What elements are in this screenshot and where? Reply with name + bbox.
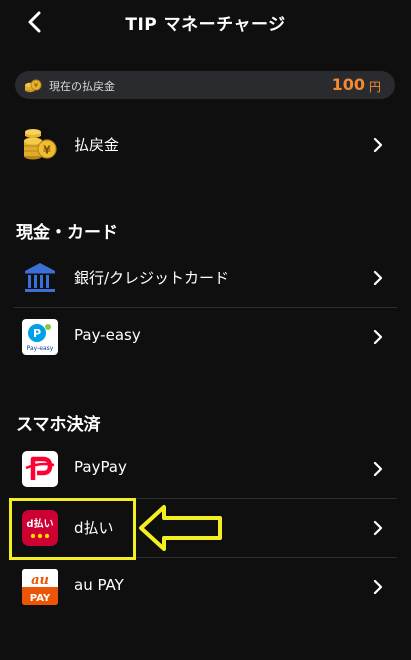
au-pay-logo: au PAY [22,569,58,605]
au-pay-icon: au PAY [22,569,58,605]
au-pay-logo-top: au [31,573,49,588]
pay-easy-icon: P Pay-easy [27,324,54,352]
bank-credit-card-label: 銀行/クレジットカード [74,269,230,287]
chevron-right-icon [373,329,383,345]
header-bar: TIP マネーチャージ [0,0,411,44]
chevron-right-icon [373,520,383,536]
pay-easy-label: Pay-easy [74,326,141,344]
paypay-option[interactable]: PayPay [0,440,411,498]
paypay-logo [22,451,58,487]
au-pay-label: au PAY [74,576,124,594]
paypay-icon [25,456,55,480]
bank-building-icon [25,263,55,292]
pay-easy-logo: P Pay-easy [22,319,58,355]
current-refund-balance: ¥ 現在の払戻金 100 円 [15,71,395,99]
svg-text:P: P [33,327,41,340]
section-title-mobile-payment: スマホ決済 [16,415,101,435]
coin-stack-icon: ¥ [24,129,57,160]
refund-option-label: 払戻金 [74,136,120,154]
balance-label: 現在の払戻金 [49,80,115,93]
chevron-right-icon [373,270,383,286]
d-barai-highlight-box [9,498,136,560]
balance-unit: 円 [368,80,381,94]
refund-option[interactable]: ¥ 払戻金 [0,116,411,174]
page-title: TIP マネーチャージ [125,15,286,35]
au-pay-logo-bottom: PAY [30,593,51,604]
svg-text:¥: ¥ [43,144,51,157]
pay-easy-logo-text: Pay-easy [27,345,54,352]
chevron-right-icon [373,137,383,153]
coin-stack-icon: ¥ [25,79,42,93]
au-pay-option[interactable]: au PAY au PAY [0,558,411,616]
section-title-cash-card: 現金・カード [16,223,118,243]
svg-text:¥: ¥ [34,82,39,90]
chevron-right-icon [373,461,383,477]
paypay-label: PayPay [74,458,127,476]
balance-amount: 100 [331,75,365,94]
pay-easy-option[interactable]: P Pay-easy Pay-easy [0,308,411,366]
arrow-left-icon [139,505,222,551]
bank-credit-card-option[interactable]: 銀行/クレジットカード [0,249,411,307]
chevron-right-icon [373,579,383,595]
